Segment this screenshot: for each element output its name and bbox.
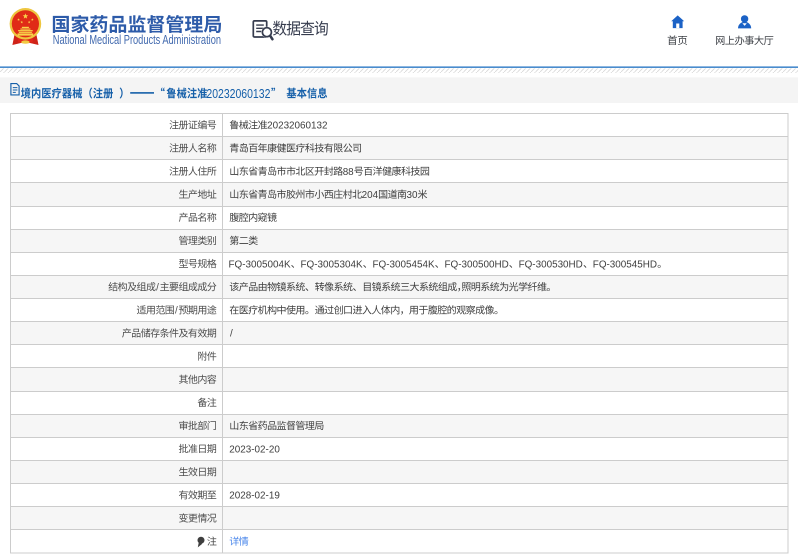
svg-text:FQ-300530HD: FQ-300530HD (519, 259, 583, 270)
svg-text:FQ-3005004K: FQ-3005004K (229, 259, 291, 270)
svg-text:20232060132: 20232060132 (267, 121, 327, 132)
svg-text:/: / (230, 329, 233, 340)
svg-text:2028-02-19: 2028-02-19 (229, 491, 280, 502)
svg-text:/: / (156, 282, 159, 293)
svg-text:FQ-3005454K: FQ-3005454K (373, 259, 435, 270)
svg-text:/: / (175, 306, 178, 317)
svg-text:88: 88 (343, 167, 354, 178)
svg-text:204: 204 (362, 190, 379, 201)
svg-text:20232060132: 20232060132 (206, 87, 270, 101)
svg-text:FQ-3005304K: FQ-3005304K (301, 259, 363, 270)
svg-text:30: 30 (407, 190, 418, 201)
svg-text:FQ-300545HD: FQ-300545HD (593, 259, 657, 270)
svg-text:2023-02-20: 2023-02-20 (229, 444, 280, 455)
svg-text:National Medical Products Admi: National Medical Products Administration (53, 33, 221, 47)
svg-text:FQ-300500HD: FQ-300500HD (445, 259, 509, 270)
